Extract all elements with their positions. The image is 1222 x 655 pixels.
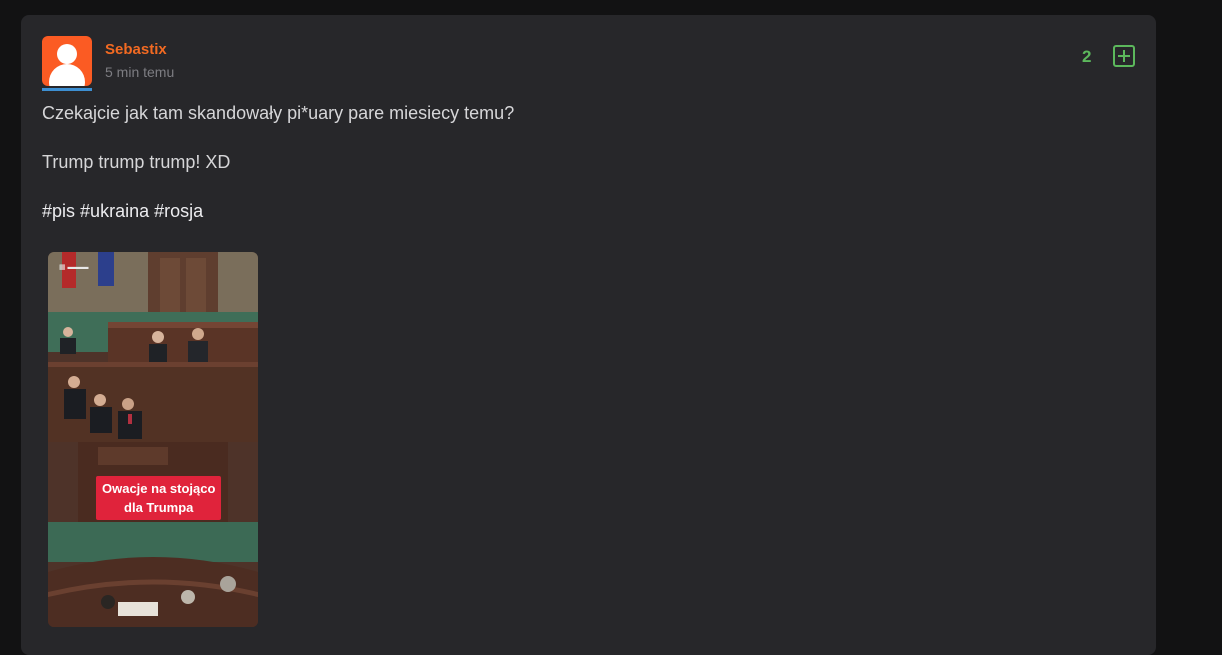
upvote-plus-icon[interactable] <box>1113 45 1135 67</box>
avatar-underline <box>42 88 92 91</box>
parliament-scene-image <box>48 252 258 627</box>
video-caption: Owacje na stojąco dla Trumpa <box>96 476 222 520</box>
avatar-head-shape <box>57 44 77 64</box>
media-logo-icon: ▦ ▬▬▬ <box>59 264 89 271</box>
author-name[interactable]: Sebastix <box>105 41 167 58</box>
video-caption-line-1: Owacje na stojąco <box>102 481 216 496</box>
tag-pis[interactable]: #pis <box>42 201 75 221</box>
video-caption-line-2: dla Trumpa <box>124 500 194 515</box>
post-card: Sebastix 5 min temu 2 Czekajcie jak tam … <box>21 15 1156 655</box>
post-tags: #pis #ukraina #rosja <box>42 201 203 222</box>
video-thumbnail[interactable]: ▦ ▬▬▬ Owacje na stojąco dla Trumpa <box>48 252 258 627</box>
avatar-body-shape <box>49 64 85 86</box>
post-text-line-2: Trump trump trump! XD <box>42 152 231 172</box>
vote-count: 2 <box>1082 47 1092 66</box>
post-text-line-1: Czekajcie jak tam skandowały pi*uary par… <box>42 103 515 123</box>
tag-ukraina[interactable]: #ukraina <box>80 201 149 221</box>
tag-rosja[interactable]: #rosja <box>154 201 203 221</box>
post-time: 5 min temu <box>105 64 175 80</box>
avatar[interactable] <box>42 36 92 86</box>
